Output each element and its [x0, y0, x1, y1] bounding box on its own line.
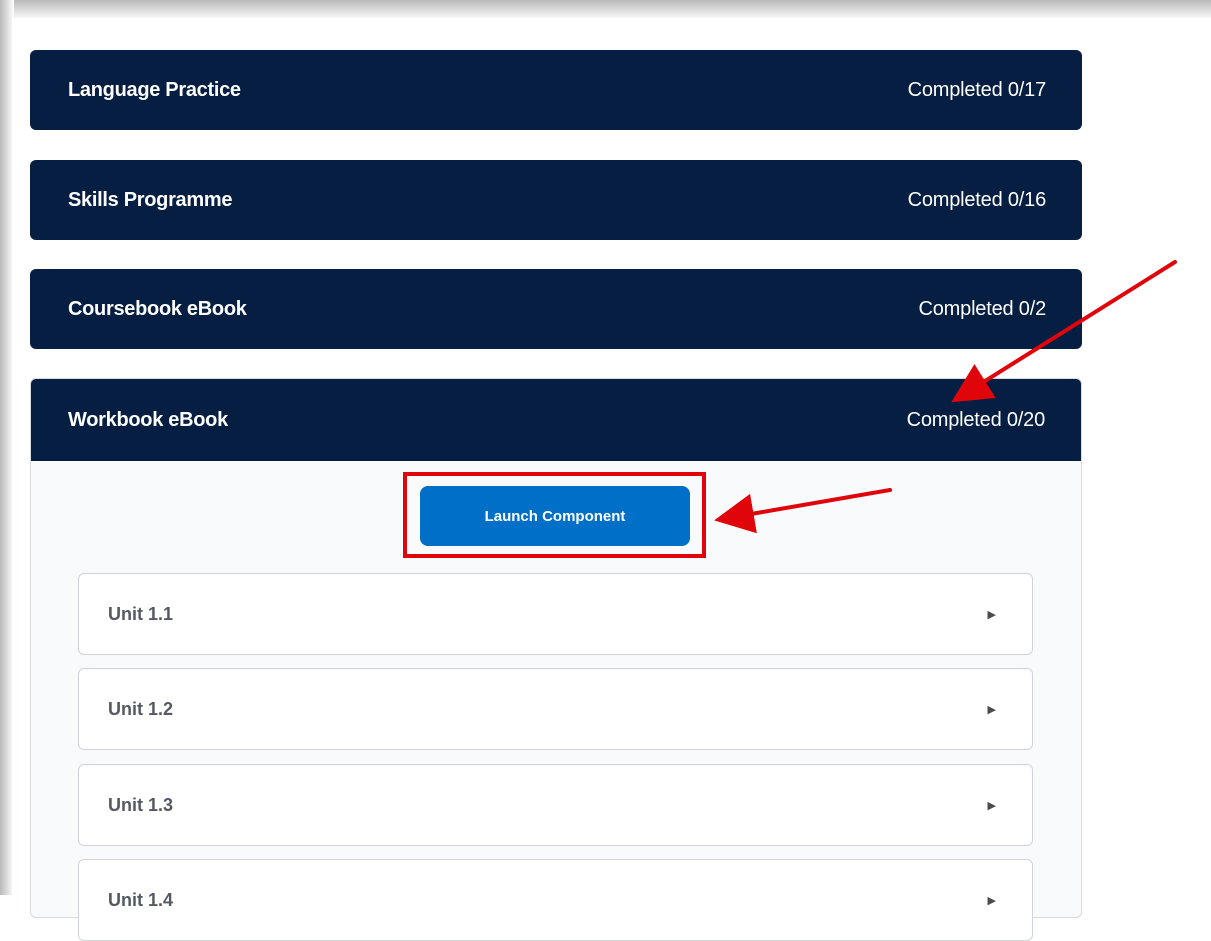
- section-status: Completed 0/17: [907, 78, 1047, 101]
- section-skills-programme[interactable]: Skills Programme Completed 0/16: [30, 160, 1082, 240]
- section-workbook-ebook[interactable]: Workbook eBook Completed 0/20: [31, 379, 1081, 461]
- unit-label: Unit 1.4: [108, 889, 174, 910]
- unit-label: Unit 1.1: [108, 603, 174, 624]
- section-status: Completed 0/16: [907, 188, 1047, 211]
- launch-component-button[interactable]: Launch Component: [420, 486, 690, 546]
- unit-label: Unit 1.2: [108, 698, 174, 719]
- unit-item[interactable]: Unit 1.4 ▶: [78, 859, 1033, 941]
- unit-label: Unit 1.3: [108, 794, 174, 815]
- section-title: Coursebook eBook: [68, 297, 247, 320]
- section-status: Completed 0/20: [906, 408, 1046, 431]
- caret-right-icon: ▶: [987, 608, 996, 621]
- unit-item[interactable]: Unit 1.3 ▶: [78, 764, 1033, 846]
- section-title: Workbook eBook: [68, 408, 228, 431]
- caret-right-icon: ▶: [987, 703, 996, 716]
- caret-right-icon: ▶: [987, 894, 996, 907]
- section-coursebook-ebook[interactable]: Coursebook eBook Completed 0/2: [30, 269, 1082, 349]
- unit-item[interactable]: Unit 1.2 ▶: [78, 668, 1033, 750]
- caret-right-icon: ▶: [987, 799, 996, 812]
- section-language-practice[interactable]: Language Practice Completed 0/17: [30, 50, 1082, 130]
- section-status: Completed 0/2: [918, 297, 1047, 320]
- screenshot-frame-top: [0, 0, 1211, 20]
- section-title: Skills Programme: [68, 188, 233, 211]
- section-title: Language Practice: [68, 78, 241, 101]
- unit-item[interactable]: Unit 1.1 ▶: [78, 573, 1033, 655]
